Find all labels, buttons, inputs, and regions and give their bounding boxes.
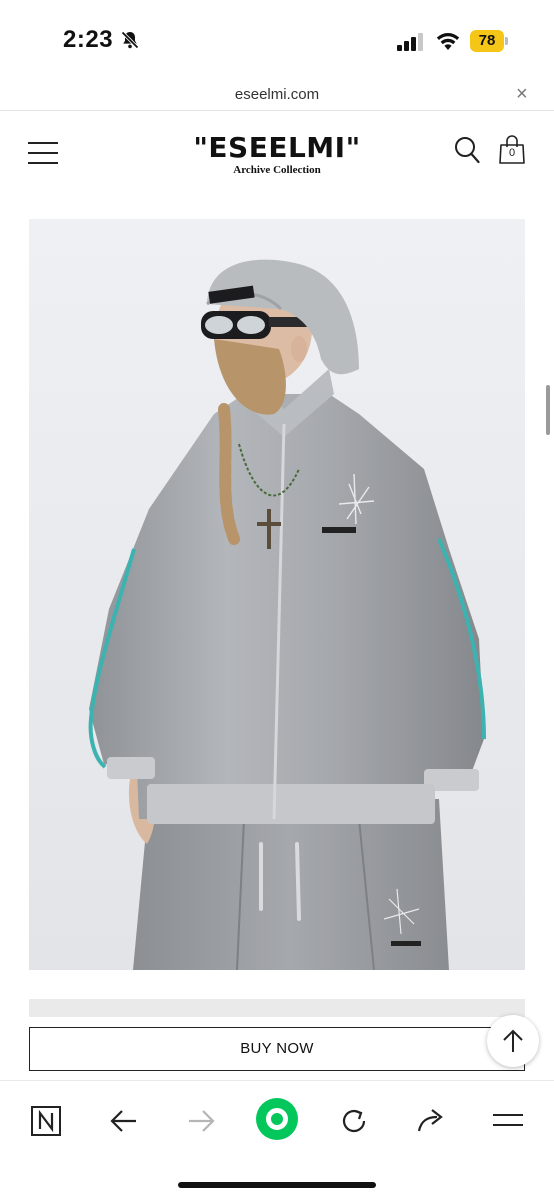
naver-n-icon[interactable] (28, 1103, 64, 1139)
search-icon[interactable] (454, 136, 480, 164)
product-image[interactable] (29, 219, 525, 970)
battery-tip (505, 37, 508, 45)
address-bar[interactable]: eseelmi.com × (0, 80, 554, 110)
arrow-up-icon (503, 1029, 523, 1052)
hamburger-menu-icon[interactable] (28, 142, 58, 164)
menu-lines-icon[interactable] (490, 1103, 526, 1139)
brand-logo[interactable]: "ESEELMI" (150, 132, 404, 164)
cart-count: 0 (508, 147, 516, 159)
forward-arrow-icon[interactable] (183, 1103, 219, 1139)
shopping-bag-icon[interactable]: 0 (498, 134, 526, 164)
wifi-icon (436, 33, 460, 50)
status-bar: 2:23 78 (0, 0, 554, 80)
battery-indicator: 78 (470, 30, 508, 52)
url-text[interactable]: eseelmi.com (0, 86, 554, 103)
cellular-signal-icon (397, 33, 423, 51)
bell-slash-icon (121, 31, 139, 49)
reload-icon[interactable] (336, 1103, 372, 1139)
back-arrow-icon[interactable] (106, 1103, 142, 1139)
product-photo-drawing (29, 219, 525, 970)
home-indicator[interactable] (178, 1182, 376, 1188)
brand-subtitle: Archive Collection (233, 164, 321, 176)
status-time: 2:23 (63, 26, 114, 53)
battery-level: 78 (470, 30, 504, 52)
page-scrollbar[interactable] (546, 385, 550, 435)
divider (0, 110, 554, 111)
green-home-icon[interactable] (255, 1097, 299, 1141)
buy-now-button[interactable]: BUY NOW (29, 1027, 525, 1071)
close-icon[interactable]: × (516, 84, 528, 104)
scroll-to-top-button[interactable] (487, 1015, 539, 1067)
image-caption-placeholder (29, 999, 525, 1017)
share-icon[interactable] (413, 1103, 449, 1139)
